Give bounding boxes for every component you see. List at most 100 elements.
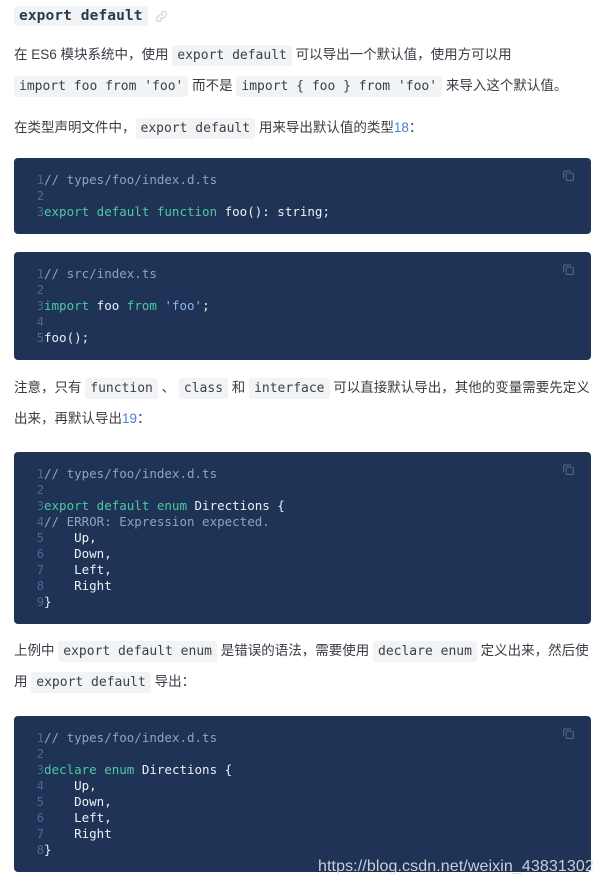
text-run: 是错误的语法，需要使用	[216, 643, 373, 658]
token-plain: Right	[44, 578, 112, 593]
text-run: 和	[228, 380, 250, 395]
line-content[interactable]: declare enum Directions {	[44, 762, 232, 778]
code-line: 5 foo();	[14, 330, 210, 346]
line-content[interactable]: Right	[44, 578, 285, 594]
code-line: 2	[14, 282, 210, 298]
line-number: 2	[36, 189, 44, 203]
line-content[interactable]: // types/foo/index.d.ts	[44, 730, 232, 746]
line-content[interactable]: import foo from 'foo';	[44, 298, 210, 314]
inline-code: import foo from 'foo'	[14, 76, 189, 97]
line-number: 5	[36, 331, 44, 345]
line-content[interactable]: Left,	[44, 562, 285, 578]
copy-icon[interactable]	[562, 463, 575, 476]
code-line: 3 export default function foo(): string;	[14, 204, 330, 220]
line-number: 4	[36, 779, 44, 793]
token-comment: // src/index.ts	[44, 266, 157, 281]
line-content[interactable]: }	[44, 594, 285, 610]
code-line: 7 Left,	[14, 562, 285, 578]
token-kw: declare enum	[44, 762, 135, 777]
code-table: 1// types/foo/index.d.ts 2 3 export defaul…	[14, 172, 330, 220]
line-content[interactable]: foo();	[44, 330, 210, 346]
line-content[interactable]	[44, 282, 210, 298]
line-content[interactable]: export default enum Directions {	[44, 498, 285, 514]
copy-icon[interactable]	[562, 263, 575, 276]
text-run: 用来导出默认值的类型	[255, 120, 394, 135]
link-icon[interactable]	[154, 9, 169, 24]
line-content[interactable]: // types/foo/index.d.ts	[44, 172, 330, 188]
token-plain: Up,	[44, 530, 97, 545]
line-number: 7	[36, 563, 44, 577]
token-str: 'foo'	[164, 298, 203, 313]
line-content[interactable]: Up,	[44, 778, 232, 794]
line-content[interactable]: // types/foo/index.d.ts	[44, 466, 285, 482]
inline-code: declare enum	[373, 641, 477, 662]
line-content[interactable]	[44, 188, 330, 204]
code-block-1: 1// types/foo/index.d.ts 2 3 export defaul…	[14, 158, 591, 234]
line-number: 6	[36, 811, 44, 825]
token-plain: foo();	[44, 330, 90, 345]
inline-code: export default enum	[58, 641, 217, 662]
token-plain: }	[44, 594, 52, 609]
token-plain: Up,	[44, 778, 97, 793]
token-comment: // ERROR: Expression expected.	[44, 514, 270, 529]
copy-icon[interactable]	[562, 169, 575, 182]
line-content[interactable]: Up,	[44, 530, 285, 546]
paragraph-4: 上例中 export default enum 是错误的语法，需要使用 decl…	[0, 624, 605, 698]
reference-link[interactable]: 18	[394, 120, 409, 135]
line-content[interactable]	[44, 746, 232, 762]
token-plain: Directions {	[134, 762, 233, 777]
line-number: 1	[36, 467, 44, 481]
line-number: 9	[36, 595, 44, 609]
code-line: 1// types/foo/index.d.ts	[14, 466, 285, 482]
code-block-3: 1// types/foo/index.d.ts 2 3 export defaul…	[14, 452, 591, 624]
line-content[interactable]: Down,	[44, 546, 285, 562]
code-line: 3 import foo from 'foo';	[14, 298, 210, 314]
token-plain: Down,	[44, 794, 112, 809]
token-kw: import	[44, 298, 90, 313]
line-content[interactable]: Down,	[44, 794, 232, 810]
line-content[interactable]: Right	[44, 826, 232, 842]
line-content[interactable]: }	[44, 842, 232, 858]
code-line: 1// types/foo/index.d.ts	[14, 730, 232, 746]
text-run: 而不是	[188, 78, 237, 93]
line-content[interactable]: // ERROR: Expression expected.	[44, 514, 285, 530]
inline-code: export default	[31, 672, 151, 693]
code-line: 4	[14, 314, 210, 330]
token-plain: Left,	[44, 562, 112, 577]
token-plain: Left,	[44, 810, 112, 825]
token-plain: Down,	[44, 546, 112, 561]
line-number: 5	[36, 795, 44, 809]
code-line: 5 Down,	[14, 794, 232, 810]
line-content[interactable]	[44, 482, 285, 498]
code-block-2: 1// src/index.ts 2 3 import foo from 'foo'…	[14, 252, 591, 360]
text-run: 注意，只有	[14, 380, 86, 395]
reference-link[interactable]: 19	[122, 411, 137, 426]
code-line: 2	[14, 746, 232, 762]
token-kw: export default enum	[44, 498, 187, 513]
inline-code: import { foo } from 'foo'	[236, 76, 443, 97]
token-kw: from	[126, 298, 157, 313]
token-plain: }	[44, 842, 52, 857]
copy-icon[interactable]	[562, 727, 575, 740]
line-number: 2	[36, 483, 44, 497]
line-content[interactable]: export default function foo(): string;	[44, 204, 330, 220]
line-number: 2	[36, 283, 44, 297]
line-number: 3	[36, 299, 44, 313]
code-line: 9}	[14, 594, 285, 610]
line-content[interactable]: // src/index.ts	[44, 266, 210, 282]
text-run: 在 ES6 模块系统中，使用	[14, 47, 173, 62]
token-plain: Directions {	[187, 498, 285, 513]
text-run: 在类型声明文件中，	[14, 120, 136, 135]
line-content[interactable]	[44, 314, 210, 330]
code-table: 1// src/index.ts 2 3 import foo from 'foo'…	[14, 266, 210, 346]
line-number: 4	[36, 515, 44, 529]
code-line: 4// ERROR: Expression expected.	[14, 514, 285, 530]
code-line: 4 Up,	[14, 778, 232, 794]
token-comment: // types/foo/index.d.ts	[44, 466, 218, 481]
line-content[interactable]: Left,	[44, 810, 232, 826]
token-comment: // types/foo/index.d.ts	[44, 730, 218, 745]
code-line: 2	[14, 188, 330, 204]
paragraph-2: 在类型声明文件中， export default 用来导出默认值的类型18：	[0, 102, 605, 144]
inline-code: export default	[135, 118, 256, 139]
code-line: 2	[14, 482, 285, 498]
